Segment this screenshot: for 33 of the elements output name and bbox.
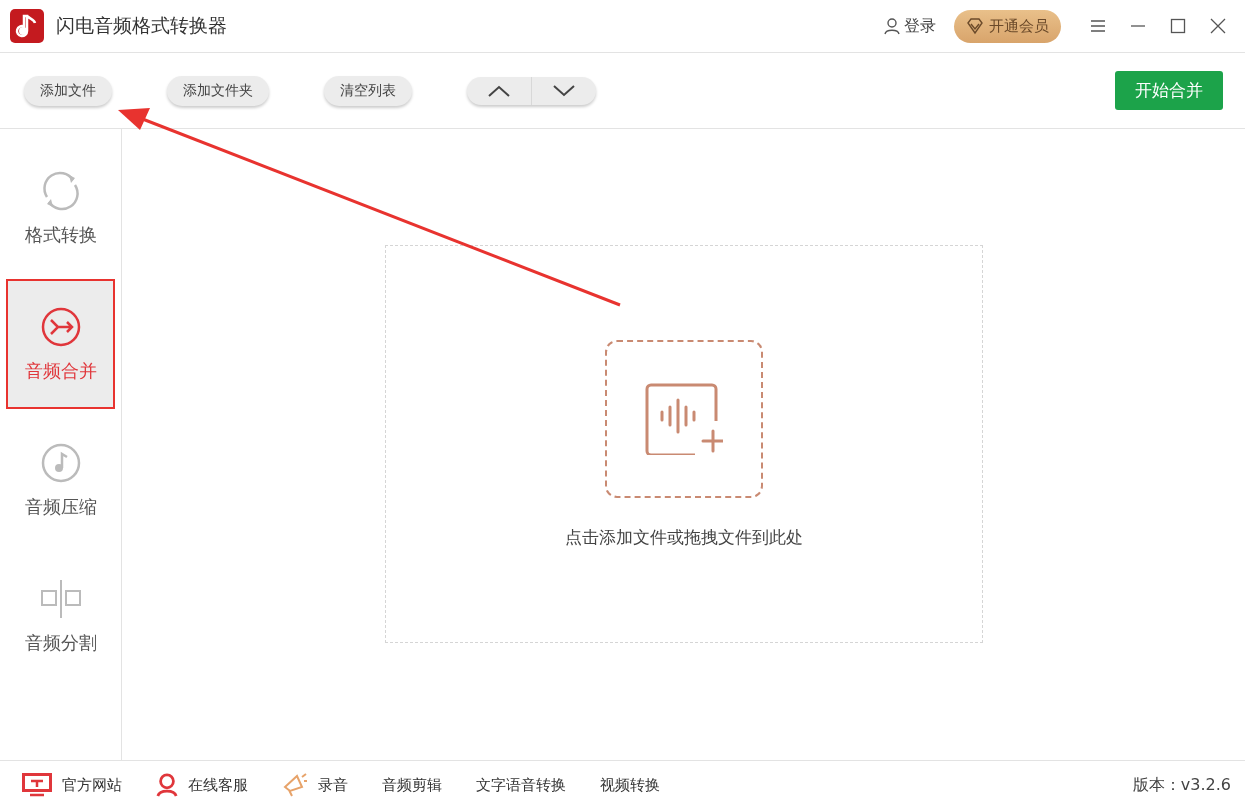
- megaphone-icon: [282, 772, 308, 798]
- footer-link[interactable]: 文字语音转换: [476, 775, 566, 795]
- vip-button[interactable]: 开通会员: [954, 9, 1061, 43]
- footer-link[interactable]: 在线客服: [156, 773, 248, 797]
- menu-icon[interactable]: [1090, 18, 1106, 34]
- toolbar-button[interactable]: 添加文件夹: [167, 75, 269, 106]
- user-icon: [156, 773, 178, 797]
- footer-link[interactable]: 官方网站: [22, 773, 122, 797]
- monitor-icon: [22, 773, 52, 797]
- split-icon: [38, 577, 83, 621]
- app-logo-icon: [10, 9, 44, 43]
- sidebar-item[interactable]: 格式转换: [6, 143, 115, 273]
- toolbar-button[interactable]: 添加文件: [24, 75, 112, 106]
- login-button[interactable]: 登录: [883, 15, 936, 37]
- user-icon: [883, 17, 901, 35]
- window-title: 闪电音频格式转换器: [56, 13, 227, 38]
- chevron-down-icon: [553, 84, 575, 97]
- version-text: 版本：v3.2.6: [1132, 774, 1231, 796]
- drop-hint: 点击添加文件或拖拽文件到此处: [564, 526, 803, 549]
- sidebar-item[interactable]: 音频合并: [6, 279, 115, 409]
- toolbar-button[interactable]: 清空列表: [324, 75, 412, 106]
- footer-link[interactable]: 录音: [282, 772, 348, 798]
- close-icon[interactable]: [1210, 18, 1226, 34]
- drop-zone[interactable]: 点击添加文件或拖拽文件到此处: [384, 245, 983, 643]
- footer-link[interactable]: 视频转换: [600, 775, 660, 795]
- sidebar-item[interactable]: 音频分割: [6, 551, 115, 681]
- audio-add-icon: [644, 383, 723, 455]
- add-file-box[interactable]: [604, 340, 763, 498]
- sidebar-item[interactable]: 音频压缩: [6, 415, 115, 545]
- footer-link[interactable]: 音频剪辑: [382, 775, 442, 795]
- maximize-icon[interactable]: [1170, 18, 1186, 34]
- chevron-up-icon: [488, 84, 510, 97]
- diamond-icon: [966, 17, 984, 35]
